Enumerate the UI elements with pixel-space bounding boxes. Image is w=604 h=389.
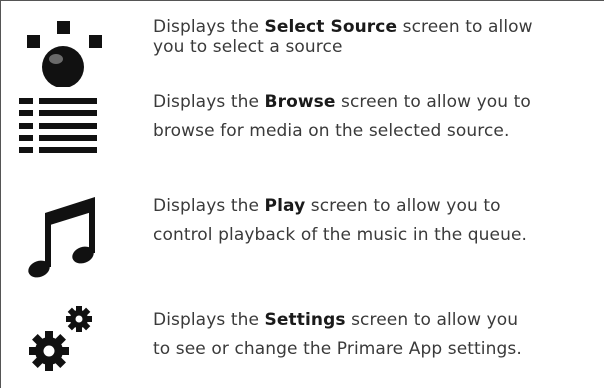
text-suffix: screen to allow you to xyxy=(335,92,531,112)
browse-list-icon xyxy=(19,98,97,153)
table-row-browse: Displays the Browse screen to allow you … xyxy=(1,87,604,189)
icon-cell xyxy=(1,289,136,389)
text-prefix: Displays the xyxy=(153,310,265,330)
table-row-play: Displays the Play screen to allow you to… xyxy=(1,189,604,289)
icon-cell xyxy=(1,1,136,87)
text-prefix: Displays the xyxy=(153,92,265,112)
text-suffix: screen to allow you to xyxy=(305,196,501,216)
description-line-1: Displays the Play screen to allow you to xyxy=(153,193,604,219)
music-note-icon xyxy=(28,197,95,278)
settings-gears-icon xyxy=(29,306,92,371)
select-source-icon xyxy=(27,21,102,87)
description-line-1: Displays the Settings screen to allow yo… xyxy=(153,307,604,333)
screen-name-keyword: Settings xyxy=(264,310,346,330)
description-line-2: browse for media on the selected source. xyxy=(153,121,510,141)
table-row-settings: Displays the Settings screen to allow yo… xyxy=(1,289,604,389)
row-description: Displays the Play screen to allow you to… xyxy=(153,193,604,248)
icon-description-table: Displays the Select Source screen to all… xyxy=(0,0,604,388)
text-prefix: Displays the xyxy=(153,196,265,216)
icon-cell xyxy=(1,87,136,189)
icon-cell xyxy=(1,189,136,289)
row-description: Displays the Settings screen to allow yo… xyxy=(153,307,604,362)
row-description: Displays the Browse screen to allow you … xyxy=(153,87,604,144)
text-suffix: screen to allow you xyxy=(345,310,519,330)
table-row-select-source: Displays the Select Source screen to all… xyxy=(1,1,604,87)
description-line-2: control playback of the music in the que… xyxy=(153,225,528,245)
description-line-2: to see or change the Primare App setting… xyxy=(153,339,522,359)
description-line-1: Displays the Browse screen to allow you … xyxy=(153,89,604,115)
row-description: Displays the Select Source screen to all… xyxy=(153,14,604,60)
text-suffix: screen to allow xyxy=(397,17,533,37)
screen-name-keyword: Play xyxy=(264,196,306,216)
screen-name-keyword: Browse xyxy=(264,92,336,112)
